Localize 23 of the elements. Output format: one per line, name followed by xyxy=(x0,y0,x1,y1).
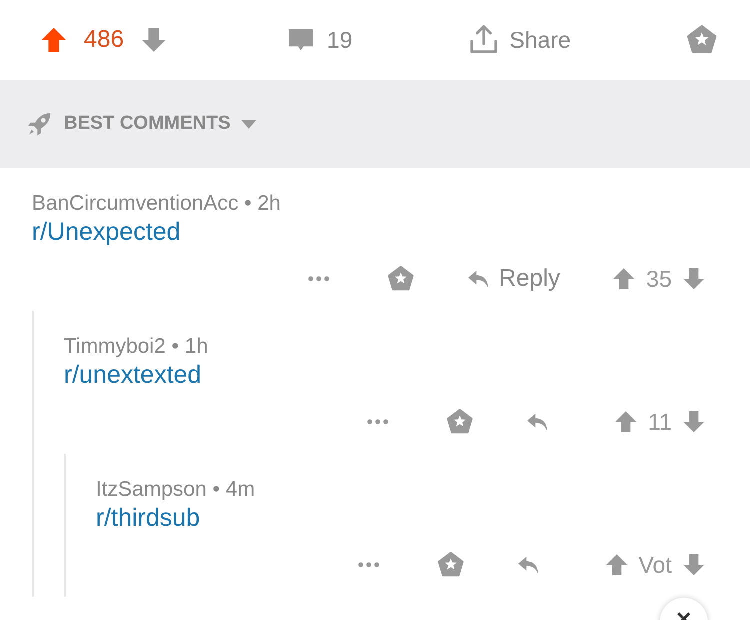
comment-text: r/Unexpected xyxy=(32,217,182,247)
comment-meta: ItzSampson • 4m xyxy=(96,477,256,503)
comment-meta: Timmyboi2 • 1h xyxy=(64,334,210,360)
vote-score: Vot xyxy=(638,552,672,578)
more-icon[interactable] xyxy=(356,562,381,568)
award-icon[interactable] xyxy=(446,408,474,436)
comment-text: r/thirdsub xyxy=(96,503,202,533)
comment-meta: BanCircumventionAcc • 2h xyxy=(32,191,282,217)
award-icon[interactable] xyxy=(436,551,465,579)
more-icon[interactable] xyxy=(366,419,390,425)
comments-button[interactable]: 19 xyxy=(285,24,353,56)
award-icon[interactable] xyxy=(387,265,416,293)
reply-button[interactable]: Reply xyxy=(465,265,560,293)
caret-icon xyxy=(240,120,257,128)
share-button[interactable]: Share xyxy=(468,24,571,56)
post-score: 486 xyxy=(84,26,124,54)
more-icon[interactable] xyxy=(307,276,332,282)
comment-text: r/unextexted xyxy=(64,360,203,390)
vote-score: 11 xyxy=(648,408,672,436)
award-icon[interactable] xyxy=(686,24,718,56)
vote-score: 35 xyxy=(646,266,672,292)
share-icon xyxy=(468,24,500,56)
sort-dropdown[interactable]: BEST COMMENTS xyxy=(26,110,257,138)
